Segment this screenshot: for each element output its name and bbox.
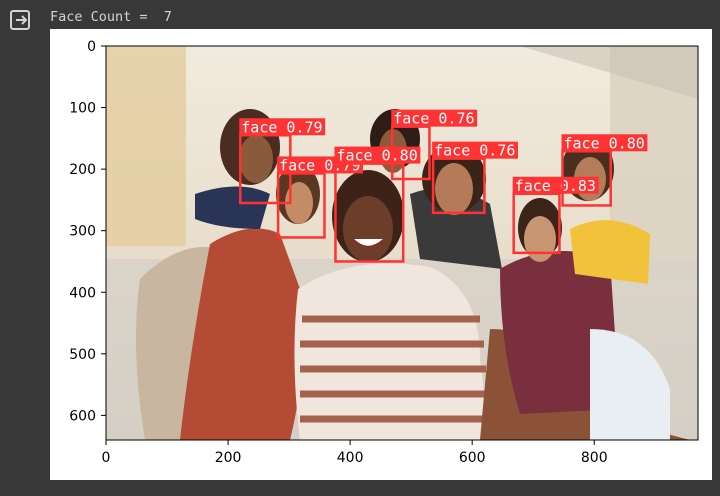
detection-label: face 0.80 bbox=[564, 134, 645, 152]
y-tick-label: 300 bbox=[69, 224, 96, 240]
y-tick-label: 400 bbox=[69, 285, 96, 301]
y-tick-label: 0 bbox=[87, 39, 96, 55]
detection-label: face 0.83 bbox=[515, 177, 596, 195]
x-tick-label: 800 bbox=[581, 450, 608, 466]
detection-label: face 0.76 bbox=[393, 110, 474, 128]
detection-label: face 0.76 bbox=[434, 142, 515, 160]
matplotlib-figure: face 0.79 face 0.79 face 0.80 face 0.76 face… bbox=[50, 29, 712, 480]
y-tick-label: 200 bbox=[69, 162, 96, 178]
plot-svg: face 0.79face 0.79face 0.80face 0.76face… bbox=[69, 39, 699, 466]
y-tick-label: 600 bbox=[69, 408, 96, 424]
y-tick-label: 100 bbox=[69, 101, 96, 117]
x-tick-label: 600 bbox=[459, 450, 486, 466]
x-tick-label: 0 bbox=[102, 450, 111, 466]
detection-label: face 0.79 bbox=[241, 118, 322, 136]
output-text: Face Count = 7 bbox=[50, 9, 172, 25]
detection-label: face 0.80 bbox=[336, 147, 417, 165]
x-tick-label: 400 bbox=[337, 450, 364, 466]
y-tick-label: 500 bbox=[69, 347, 96, 363]
output-redirect-icon bbox=[9, 9, 31, 31]
x-tick-label: 200 bbox=[215, 450, 242, 466]
